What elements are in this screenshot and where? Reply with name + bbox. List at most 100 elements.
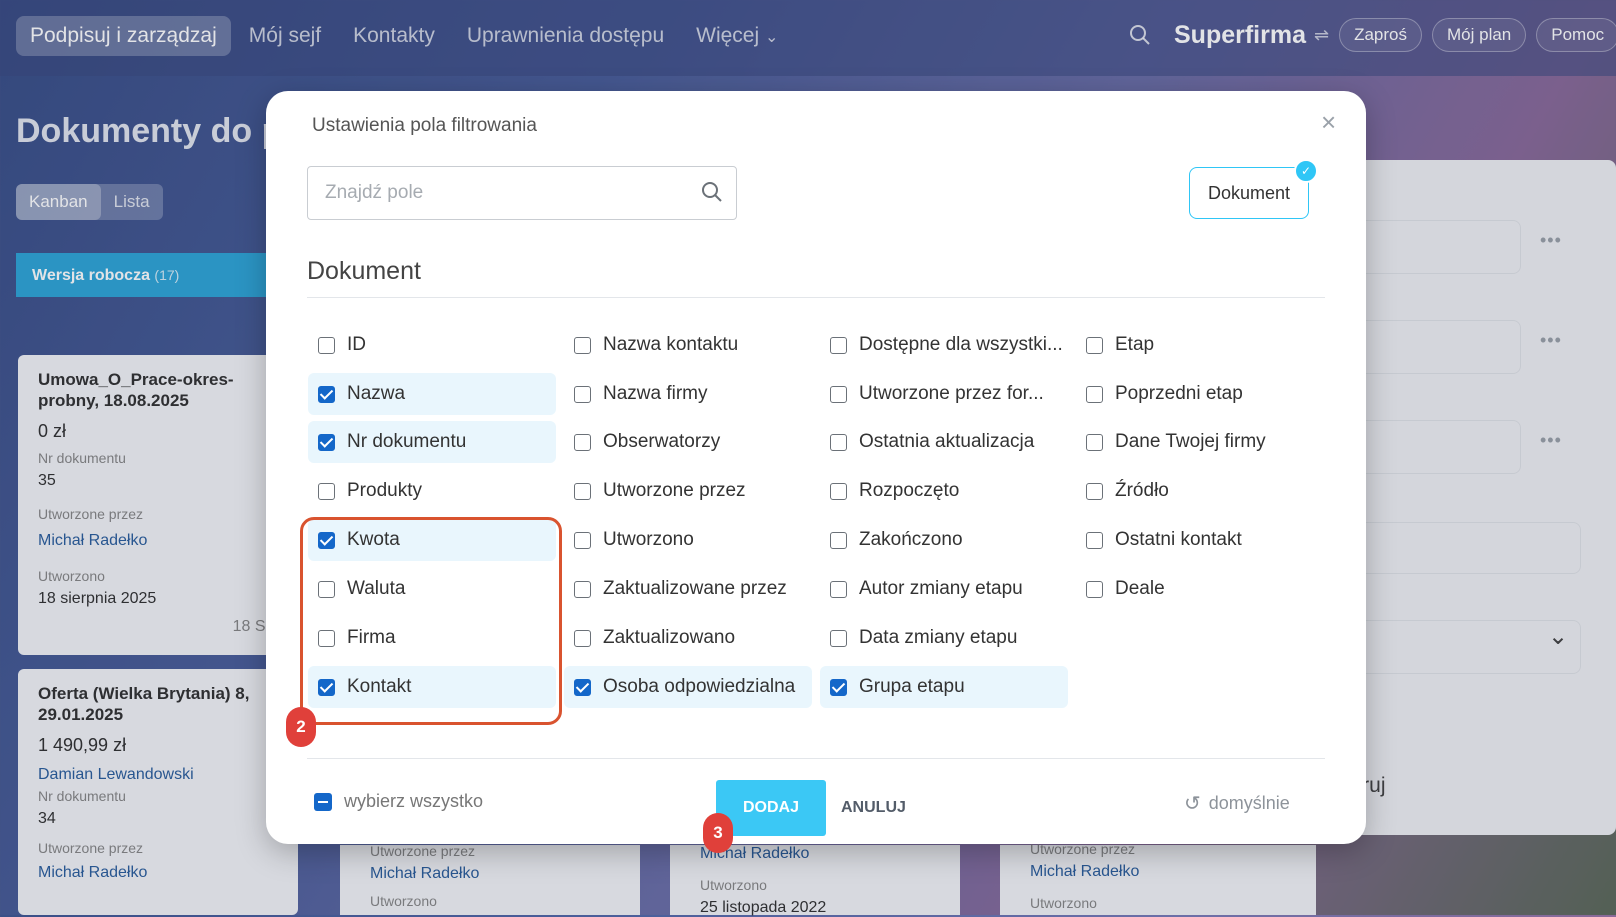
field-option[interactable]: Zaktualizowano bbox=[564, 617, 812, 659]
checkbox-icon[interactable] bbox=[574, 629, 591, 647]
step-badge-2: 2 bbox=[286, 707, 316, 747]
field-option[interactable]: Deale bbox=[1076, 568, 1324, 610]
highlight-box bbox=[300, 517, 562, 725]
check-icon: ✓ bbox=[1294, 159, 1318, 183]
checkbox-icon[interactable] bbox=[574, 482, 591, 500]
field-option-label: Nazwa bbox=[347, 383, 406, 404]
field-option[interactable]: Rozpoczęto bbox=[820, 470, 1068, 512]
field-option[interactable]: Ostatni kontakt bbox=[1076, 519, 1324, 561]
field-option-label: Źródło bbox=[1115, 480, 1169, 501]
field-option[interactable]: Źródło bbox=[1076, 470, 1324, 512]
field-option[interactable]: Ostatnia aktualizacja bbox=[820, 421, 1068, 463]
field-option-label: Produkty bbox=[347, 480, 422, 501]
field-option[interactable]: Osoba odpowiedzialna bbox=[564, 666, 812, 708]
field-option-label: Nr dokumentu bbox=[347, 431, 467, 452]
entity-tag-label: Dokument bbox=[1207, 183, 1291, 203]
field-option[interactable]: Produkty bbox=[308, 470, 556, 512]
field-option-label: Zaktualizowano bbox=[603, 627, 736, 648]
checkbox-checked-icon[interactable] bbox=[318, 433, 335, 451]
field-option[interactable]: Dane Twojej firmy bbox=[1076, 421, 1324, 463]
dialog-title: Ustawienia pola filtrowania bbox=[312, 115, 537, 136]
checkbox-icon[interactable] bbox=[830, 580, 847, 598]
field-option-label: Dane Twojej firmy bbox=[1115, 431, 1266, 452]
field-option[interactable]: Nr dokumentu bbox=[308, 421, 556, 463]
field-option-label: Zaktualizowane przez bbox=[603, 578, 787, 599]
section-divider bbox=[307, 297, 1325, 298]
checkbox-icon[interactable] bbox=[1086, 482, 1103, 500]
field-option[interactable]: Utworzone przez for... bbox=[820, 373, 1068, 415]
field-option-label: ID bbox=[347, 334, 366, 355]
checkbox-icon[interactable] bbox=[830, 629, 847, 647]
field-option-label: Utworzono bbox=[603, 529, 694, 550]
field-option-label: Nazwa firmy bbox=[603, 383, 708, 404]
field-option-label: Nazwa kontaktu bbox=[603, 334, 739, 355]
checkbox-icon[interactable] bbox=[1086, 531, 1103, 549]
field-option[interactable]: Data zmiany etapu bbox=[820, 617, 1068, 659]
undo-icon: ↺ bbox=[1184, 793, 1201, 815]
field-search bbox=[307, 166, 737, 220]
field-option-label: Ostatni kontakt bbox=[1115, 529, 1242, 550]
cancel-button[interactable]: ANULUJ bbox=[841, 780, 906, 836]
checkbox-checked-icon[interactable] bbox=[830, 678, 847, 696]
section-title: Dokument bbox=[307, 257, 421, 285]
field-option-label: Zakończono bbox=[859, 529, 963, 550]
field-option-label: Poprzedni etap bbox=[1115, 383, 1243, 404]
checkbox-icon[interactable] bbox=[574, 336, 591, 354]
checkbox-icon[interactable] bbox=[574, 531, 591, 549]
restore-default-button[interactable]: ↺ domyślnie bbox=[1184, 791, 1290, 816]
checkbox-icon[interactable] bbox=[830, 385, 847, 403]
filter-settings-dialog: Ustawienia pola filtrowania × Dokument ✓… bbox=[266, 91, 1366, 844]
restore-default-label: domyślnie bbox=[1208, 793, 1290, 813]
checkbox-icon[interactable] bbox=[830, 531, 847, 549]
search-icon[interactable] bbox=[700, 180, 724, 204]
entity-tag-document[interactable]: Dokument ✓ bbox=[1189, 159, 1318, 219]
field-option[interactable]: Utworzone przez bbox=[564, 470, 812, 512]
indeterminate-checkbox-icon[interactable] bbox=[314, 792, 332, 811]
field-option[interactable]: Grupa etapu bbox=[820, 666, 1068, 708]
field-option-label: Osoba odpowiedzialna bbox=[603, 676, 796, 697]
checkbox-icon[interactable] bbox=[574, 580, 591, 598]
field-option-label: Etap bbox=[1115, 334, 1155, 355]
field-option[interactable]: Zakończono bbox=[820, 519, 1068, 561]
field-option-label: Autor zmiany etapu bbox=[859, 578, 1023, 599]
checkbox-icon[interactable] bbox=[1086, 385, 1103, 403]
field-option[interactable]: Nazwa firmy bbox=[564, 373, 812, 415]
checkbox-icon[interactable] bbox=[574, 385, 591, 403]
field-option-label: Data zmiany etapu bbox=[859, 627, 1018, 648]
select-all-label: wybierz wszystko bbox=[344, 791, 484, 811]
field-option[interactable]: Zaktualizowane przez bbox=[564, 568, 812, 610]
checkbox-icon[interactable] bbox=[830, 336, 847, 354]
footer-divider bbox=[307, 758, 1325, 759]
checkbox-icon[interactable] bbox=[1086, 580, 1103, 598]
step-badge-3: 3 bbox=[703, 813, 733, 853]
field-option-label: Utworzone przez bbox=[603, 480, 746, 501]
checkbox-checked-icon[interactable] bbox=[318, 385, 335, 403]
field-option-label: Utworzone przez for... bbox=[859, 383, 1044, 404]
field-option[interactable]: Nazwa kontaktu bbox=[564, 324, 812, 366]
checkbox-icon[interactable] bbox=[830, 482, 847, 500]
close-icon[interactable]: × bbox=[1321, 107, 1336, 138]
checkbox-icon[interactable] bbox=[1086, 433, 1103, 451]
select-all[interactable]: wybierz wszystko bbox=[314, 791, 483, 812]
field-option[interactable]: Nazwa bbox=[308, 373, 556, 415]
field-search-input[interactable] bbox=[323, 181, 677, 205]
field-option[interactable]: ID bbox=[308, 324, 556, 366]
checkbox-icon[interactable] bbox=[1086, 336, 1103, 354]
checkbox-icon[interactable] bbox=[574, 433, 591, 451]
field-option[interactable]: Autor zmiany etapu bbox=[820, 568, 1068, 610]
field-option[interactable]: Obserwatorzy bbox=[564, 421, 812, 463]
checkbox-icon[interactable] bbox=[318, 482, 335, 500]
field-option-label: Obserwatorzy bbox=[603, 431, 721, 452]
field-option[interactable]: Dostępne dla wszystki... bbox=[820, 324, 1068, 366]
field-option-label: Grupa etapu bbox=[859, 676, 965, 697]
field-option-label: Ostatnia aktualizacja bbox=[859, 431, 1035, 452]
field-option-label: Dostępne dla wszystki... bbox=[859, 334, 1063, 355]
field-option-label: Rozpoczęto bbox=[859, 480, 960, 501]
checkbox-icon[interactable] bbox=[318, 336, 335, 354]
field-option-label: Deale bbox=[1115, 578, 1165, 599]
field-option[interactable]: Poprzedni etap bbox=[1076, 373, 1324, 415]
checkbox-checked-icon[interactable] bbox=[574, 678, 591, 696]
field-option[interactable]: Utworzono bbox=[564, 519, 812, 561]
checkbox-icon[interactable] bbox=[830, 433, 847, 451]
field-option[interactable]: Etap bbox=[1076, 324, 1324, 366]
